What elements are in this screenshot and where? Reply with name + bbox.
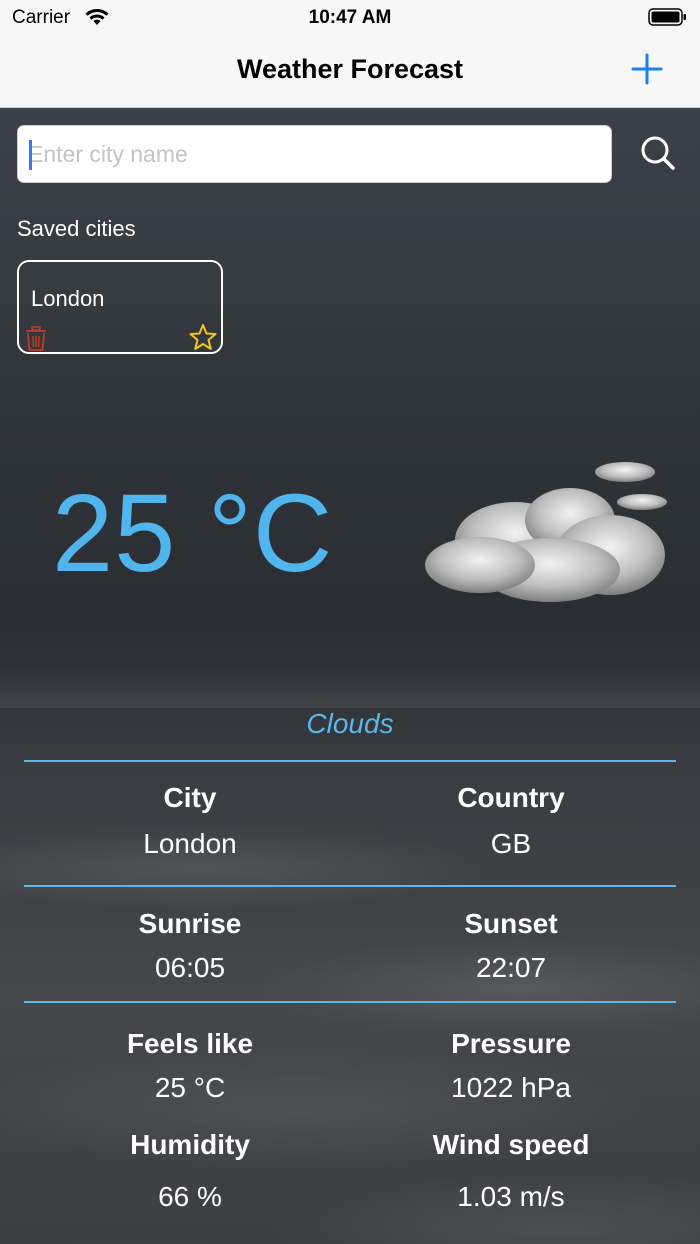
- star-icon[interactable]: [189, 323, 217, 351]
- divider: [24, 1001, 676, 1003]
- add-city-button[interactable]: [630, 52, 664, 86]
- temperature-value: 25 °C: [52, 472, 334, 595]
- pressure-value: 1022 hPa: [451, 1072, 571, 1103]
- sunset-cell: Sunset 22:07: [351, 908, 671, 984]
- battery-icon: [648, 7, 688, 27]
- country-value: GB: [490, 828, 532, 859]
- page-title: Weather Forecast: [236, 54, 464, 84]
- cloud-icon: [410, 455, 675, 615]
- pressure-cell: Pressure 1022 hPa: [351, 1028, 671, 1104]
- humidity-value: 66 %: [158, 1181, 222, 1212]
- city-value: London: [143, 828, 237, 859]
- feels-like-label: Feels like: [126, 1028, 254, 1059]
- sunset-label: Sunset: [464, 908, 558, 939]
- country-label: Country: [457, 782, 565, 813]
- pressure-label: Pressure: [451, 1028, 571, 1059]
- saved-city-name: London: [31, 286, 105, 311]
- divider: [24, 760, 676, 762]
- plus-icon: [631, 53, 663, 85]
- wind-speed-label: Wind speed: [432, 1129, 590, 1160]
- sunrise-label: Sunrise: [138, 908, 242, 939]
- country-cell: Country GB: [351, 782, 671, 860]
- wind-speed-cell: Wind speed 1.03 m/s: [351, 1129, 671, 1213]
- feels-like-cell: Feels like 25 °C: [30, 1028, 350, 1104]
- status-bar: Carrier 10:47 AM: [0, 0, 700, 36]
- saved-cities-heading: Saved cities: [17, 216, 136, 241]
- humidity-label: Humidity: [130, 1129, 250, 1160]
- city-cell: City London: [30, 782, 350, 860]
- saved-city-card[interactable]: London: [17, 260, 223, 354]
- sunrise-cell: Sunrise 06:05: [30, 908, 350, 984]
- search-button[interactable]: [638, 134, 678, 174]
- text-cursor: [29, 140, 32, 170]
- divider: [24, 885, 676, 887]
- search-field[interactable]: [17, 125, 612, 183]
- navigation-bar: Weather Forecast: [0, 36, 700, 108]
- sunrise-value: 06:05: [154, 952, 226, 983]
- sunset-value: 22:07: [475, 952, 547, 983]
- feels-like-value: 25 °C: [154, 1072, 226, 1103]
- trash-icon[interactable]: [24, 326, 48, 352]
- humidity-cell: Humidity 66 %: [30, 1129, 350, 1213]
- clock-time: 10:47 AM: [308, 7, 392, 28]
- weather-condition: Clouds: [306, 708, 394, 739]
- wind-speed-value: 1.03 m/s: [457, 1181, 565, 1212]
- search-icon: [641, 136, 675, 170]
- city-search-input[interactable]: [28, 126, 598, 182]
- city-label: City: [163, 782, 217, 813]
